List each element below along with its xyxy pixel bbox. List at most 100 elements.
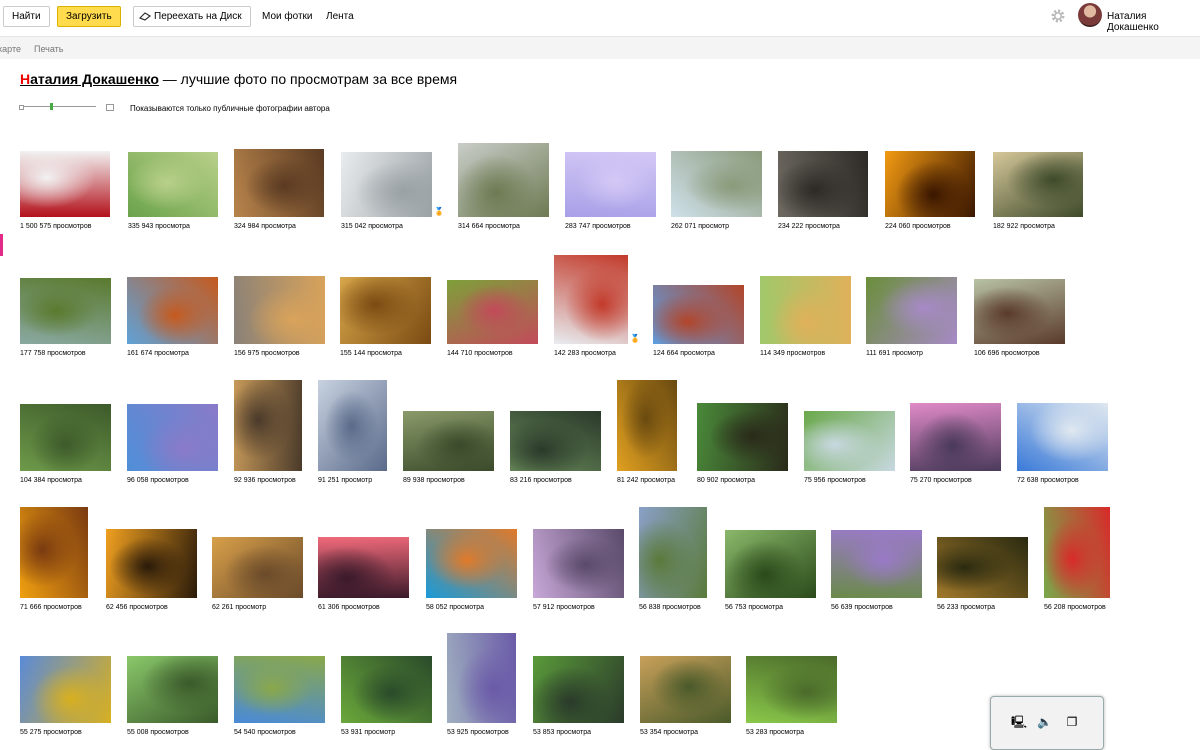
gear-icon[interactable]	[1050, 8, 1066, 24]
view-count: 57 912 просмотров	[533, 604, 595, 611]
view-count: 71 666 просмотров	[20, 604, 82, 611]
photo-thumbnail[interactable]	[341, 152, 432, 217]
photo-thumbnail[interactable]	[671, 151, 762, 217]
photo-thumbnail[interactable]	[831, 530, 922, 598]
photo-thumbnail[interactable]	[234, 149, 324, 217]
nav-my-photos[interactable]: Мои фотки	[262, 11, 312, 22]
photo-thumbnail[interactable]	[426, 529, 517, 598]
photo-thumbnail[interactable]	[760, 276, 851, 344]
photo-thumbnail[interactable]	[447, 633, 516, 723]
view-count: 56 838 просмотров	[639, 604, 701, 611]
windows-icon[interactable]: ❐	[1065, 715, 1079, 729]
view-count: 53 354 просмотра	[640, 729, 698, 736]
photo-thumbnail[interactable]	[554, 255, 628, 344]
photo-thumbnail[interactable]	[128, 152, 218, 217]
photo-thumbnail[interactable]	[403, 411, 494, 471]
photo-thumbnail[interactable]	[127, 277, 218, 344]
photo-thumbnail[interactable]	[653, 285, 744, 344]
large-size-icon[interactable]	[106, 104, 114, 111]
photo-thumbnail[interactable]	[20, 151, 110, 217]
view-count: 89 938 просмотров	[403, 477, 465, 484]
view-count: 75 270 просмотров	[910, 477, 972, 484]
photo-thumbnail[interactable]	[974, 279, 1065, 344]
photo-thumbnail[interactable]	[510, 411, 601, 471]
view-count: 262 071 просмотр	[671, 223, 729, 230]
photo-thumbnail[interactable]	[937, 537, 1028, 598]
photo-thumbnail[interactable]	[993, 152, 1083, 217]
photo-thumbnail[interactable]	[318, 380, 387, 471]
page-title: Наталия Докашенко — лучшие фото по просм…	[20, 71, 458, 87]
view-count: 53 925 просмотров	[447, 729, 509, 736]
photo-thumbnail[interactable]	[447, 280, 538, 344]
photo-thumbnail[interactable]	[1044, 507, 1110, 598]
photo-thumbnail[interactable]	[617, 380, 677, 471]
photo-thumbnail[interactable]	[533, 656, 624, 723]
photo-thumbnail[interactable]	[725, 530, 816, 598]
photo-thumbnail[interactable]	[804, 411, 895, 471]
view-count: 111 691 просмотр	[866, 350, 923, 357]
photo-thumbnail[interactable]	[640, 656, 731, 723]
photo-thumbnail[interactable]	[533, 529, 624, 598]
photo-thumbnail[interactable]	[1017, 403, 1108, 471]
view-count: 96 058 просмотров	[127, 477, 189, 484]
view-count: 75 956 просмотров	[804, 477, 866, 484]
top-bar: Найти Загрузить Переехать на Диск Мои фо…	[0, 0, 1200, 37]
photo-thumbnail[interactable]	[458, 143, 549, 217]
left-marker	[0, 234, 3, 256]
size-slider[interactable]	[19, 103, 114, 111]
subnav-print[interactable]: Печать	[34, 44, 63, 54]
disk-icon	[139, 12, 151, 21]
photo-thumbnail[interactable]	[127, 404, 218, 471]
search-button[interactable]: Найти	[3, 6, 50, 27]
move-to-disk-button[interactable]: Переехать на Диск	[133, 6, 251, 27]
photo-thumbnail[interactable]	[106, 529, 197, 598]
view-count: 155 144 просмотра	[340, 350, 402, 357]
medal-icon: 🏅	[630, 334, 640, 343]
author-link[interactable]: Наталия Докашенко	[20, 71, 159, 87]
photo-thumbnail[interactable]	[20, 507, 88, 598]
view-count: 62 261 просмотр	[212, 604, 267, 611]
photo-thumbnail[interactable]	[234, 276, 325, 344]
sub-bar	[0, 37, 1200, 59]
slider-handle[interactable]	[50, 103, 53, 110]
photo-thumbnail[interactable]	[20, 404, 111, 471]
view-count: 104 384 просмотра	[20, 477, 82, 484]
photo-thumbnail[interactable]	[910, 403, 1001, 471]
upload-button[interactable]: Загрузить	[57, 6, 121, 27]
photo-thumbnail[interactable]	[565, 152, 656, 217]
view-count: 56 753 просмотра	[725, 604, 783, 611]
system-tray-popup: 🖳 🔈 ❐	[990, 696, 1104, 750]
photo-thumbnail[interactable]	[866, 277, 957, 344]
view-count: 91 251 просмотр	[318, 477, 373, 484]
photo-thumbnail[interactable]	[20, 656, 111, 723]
view-count: 53 853 просмотра	[533, 729, 591, 736]
photo-thumbnail[interactable]	[212, 537, 303, 598]
photo-thumbnail[interactable]	[639, 507, 707, 598]
photo-thumbnail[interactable]	[778, 151, 868, 217]
photo-thumbnail[interactable]	[318, 537, 409, 598]
photo-thumbnail[interactable]	[341, 656, 432, 723]
photo-thumbnail[interactable]	[340, 277, 431, 344]
view-count: 177 758 просмотров	[20, 350, 86, 357]
view-count: 54 540 просмотров	[234, 729, 296, 736]
avatar[interactable]	[1078, 3, 1102, 27]
photo-thumbnail[interactable]	[127, 656, 218, 723]
photo-thumbnail[interactable]	[746, 656, 837, 723]
view-count: 55 008 просмотров	[127, 729, 189, 736]
network-icon[interactable]: 🖳	[1011, 715, 1027, 729]
volume-icon[interactable]: 🔈	[1037, 715, 1052, 729]
view-count: 56 233 просмотра	[937, 604, 995, 611]
nav-feed[interactable]: Лента	[326, 11, 354, 22]
view-count: 283 747 просмотров	[565, 223, 631, 230]
view-count: 62 456 просмотров	[106, 604, 168, 611]
photo-thumbnail[interactable]	[20, 278, 111, 344]
photo-thumbnail[interactable]	[234, 380, 302, 471]
view-count: 144 710 просмотров	[447, 350, 513, 357]
photo-thumbnail[interactable]	[697, 403, 788, 471]
view-count: 335 943 просмотра	[128, 223, 190, 230]
photo-thumbnail[interactable]	[234, 656, 325, 723]
photo-thumbnail[interactable]	[885, 151, 975, 217]
view-count: 56 639 просмотров	[831, 604, 893, 611]
subnav-map[interactable]: карте	[0, 44, 21, 54]
user-name[interactable]: Наталия Докашенко	[1107, 11, 1200, 33]
